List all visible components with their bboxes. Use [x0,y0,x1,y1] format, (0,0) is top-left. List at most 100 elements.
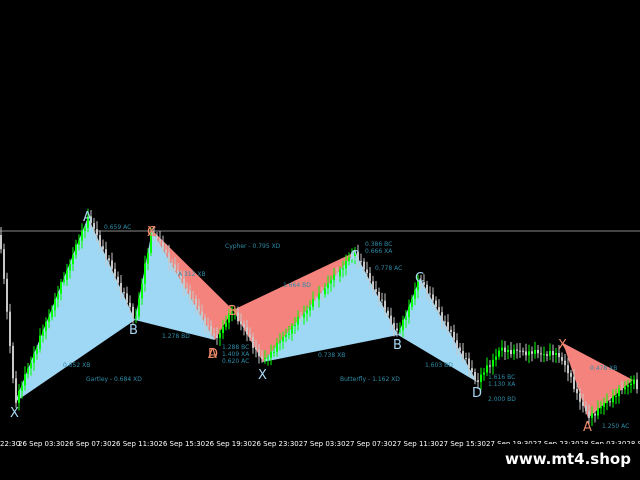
ratio-label: 1.250 AC [602,423,629,430]
candle-body [537,349,539,354]
candle-body [444,321,446,323]
candle-body [252,337,254,348]
point-label-x: X [558,338,567,353]
time-axis-label: 26 Sep 23:30 [252,440,299,448]
candle-body [327,283,329,289]
candle-body [192,298,194,300]
point-label-x: X [147,225,156,240]
candle-body [216,335,218,338]
candle-body [468,358,470,369]
candle-body [222,326,224,333]
candle-body [267,357,269,359]
ratio-label: 0.386 BC [365,241,392,248]
candle-body [21,385,23,391]
candle-body [591,413,593,419]
candle-body [495,356,497,360]
candle-body [525,351,527,356]
candle-body [273,351,275,353]
candle-body [108,258,110,261]
candle-body [84,227,86,231]
point-label-a: A [208,347,217,362]
candle-body [411,298,413,307]
candle-body [123,292,125,294]
candle-body [189,290,191,299]
candle-body [255,347,257,350]
price-chart[interactable]: 0.659 AC 0.652 XB 1.278 BD Gartley - 0.6… [0,0,640,480]
candle-body [75,244,77,256]
time-axis-label: 27 Sep 03:30 [299,440,346,448]
candle-body [213,333,215,336]
point-label-b: B [228,304,237,319]
candle-body [333,274,335,281]
candle-body [402,319,404,331]
ratio-label: A 312 XB [178,271,206,278]
candle-body [33,353,35,363]
candle-body [102,246,104,250]
candle-body [381,299,383,301]
time-axis-label: 26 Sep 11:30 [112,440,159,448]
candle-body [408,306,410,318]
point-label-c: C [415,271,424,286]
candle-body [174,264,176,271]
candle-body [246,327,248,335]
point-label-x: X [258,368,267,383]
candle-body [138,298,140,317]
candle-body [144,263,146,284]
candle-body [261,356,263,359]
candle-body [453,331,455,341]
candle-body [210,325,212,334]
candle-body [522,350,524,352]
candle-body [243,324,245,328]
candle-body [141,283,143,299]
ratio-label: 0.659 AC [104,224,131,231]
candle-body [531,351,533,354]
candle-body [552,351,554,355]
candle-body [618,388,620,397]
candle-body [621,388,623,390]
candle-body [573,376,575,389]
candle-body [345,260,347,269]
candle-body [456,340,458,348]
candle-body [486,365,488,373]
candle-body [6,278,8,312]
candle-body [600,406,602,409]
candle-body [165,249,167,253]
candle-body [171,263,173,265]
candle-body [519,350,521,352]
candle-body [633,379,635,384]
candle-body [336,274,338,277]
time-axis-label: 27 Sep 11:30 [392,440,439,448]
candle-body [264,357,266,359]
candle-body [576,388,578,394]
candle-body [342,268,344,270]
candle-body [501,347,503,351]
candle-body [516,349,518,351]
ratio-label: 1.409 XA [222,351,250,358]
candle-body [594,413,596,416]
candle-body [93,223,95,230]
candle-body [471,368,473,373]
candle-body [15,378,17,403]
candle-body [120,283,122,293]
candle-body [162,241,164,250]
candle-body [204,317,206,326]
candle-body [483,372,485,375]
candle-body [324,288,326,295]
candle-body [474,372,476,381]
candle-body [363,261,365,270]
ratio-label: 0.478 XB [590,365,617,372]
candle-body [510,349,512,355]
candle-body [63,279,65,283]
point-label-a: A [83,210,92,225]
candle-body [378,291,380,300]
ratio-label: 0.620 AC [222,358,249,365]
candle-body [270,352,272,358]
time-axis-label: 26 Sep 03:30 [18,440,65,448]
candle-body [609,401,611,403]
candle-body [546,354,548,356]
candle-body [312,299,314,307]
candle-body [570,373,572,377]
candle-body [282,336,284,342]
candle-body [258,349,260,357]
candle-body [504,347,506,353]
